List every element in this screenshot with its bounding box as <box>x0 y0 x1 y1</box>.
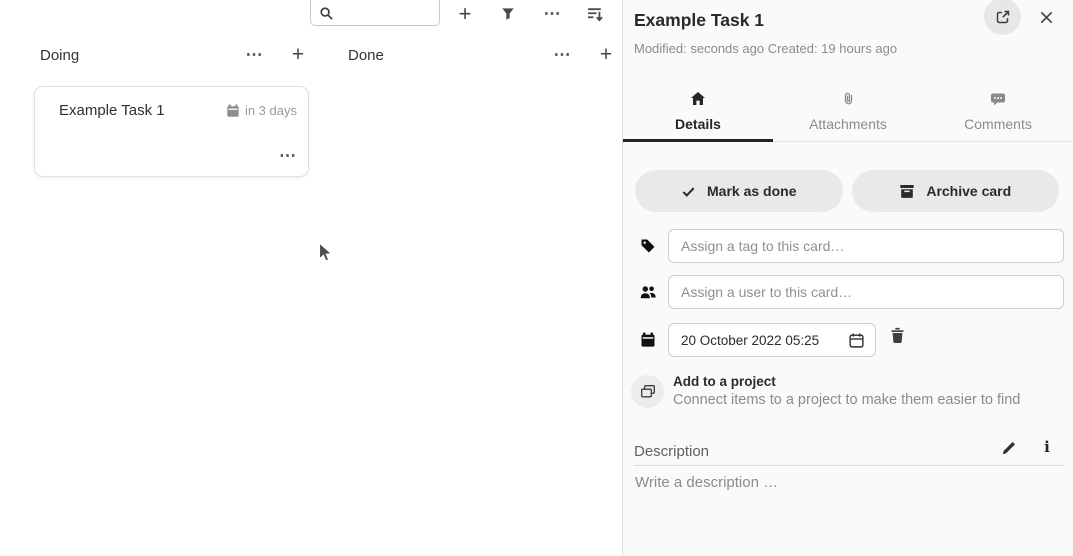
close-icon <box>1039 10 1054 25</box>
panel-meta: Modified: seconds ago Created: 19 hours … <box>634 41 897 56</box>
column-doing-menu-button[interactable]: ⋯ <box>240 41 268 69</box>
more-icon: ⋯ <box>279 146 296 165</box>
mark-as-done-button[interactable]: Mark as done <box>635 170 843 212</box>
mark-as-done-label: Mark as done <box>707 183 796 199</box>
archive-card-label: Archive card <box>926 183 1011 199</box>
kanban-board: + ⋯ Doing ⋯ + Done ⋯ + Example Task 1 in… <box>0 0 622 556</box>
due-date-field[interactable]: 20 October 2022 05:25 <box>668 323 876 357</box>
tab-label: Attachments <box>809 116 887 132</box>
comment-icon <box>990 91 1006 107</box>
more-icon: ⋯ <box>544 4 561 24</box>
date-picker-button[interactable] <box>848 332 875 349</box>
card-menu-button[interactable]: ⋯ <box>279 146 296 166</box>
column-title-doing: Doing <box>40 47 79 64</box>
due-date-value: 20 October 2022 05:25 <box>669 333 848 348</box>
assign-tag-input[interactable] <box>668 229 1064 263</box>
archive-icon <box>899 183 915 199</box>
calendar-icon <box>226 104 240 118</box>
description-label: Description <box>634 443 709 460</box>
assign-user-input[interactable] <box>668 275 1064 309</box>
archive-card-button[interactable]: Archive card <box>852 170 1060 212</box>
column-done-add-button[interactable]: + <box>592 41 620 69</box>
close-panel-button[interactable] <box>1032 3 1060 31</box>
board-menu-button[interactable]: ⋯ <box>538 0 566 28</box>
home-icon <box>690 91 706 107</box>
column-done-menu-button[interactable]: ⋯ <box>548 41 576 69</box>
calendar-icon <box>640 332 656 348</box>
info-icon[interactable]: i <box>1038 438 1056 456</box>
tab-label: Comments <box>964 116 1032 132</box>
card-due-label: in 3 days <box>245 103 297 118</box>
project-title: Add to a project <box>673 374 776 389</box>
card-details-panel: Example Task 1 Modified: seconds ago Cre… <box>622 0 1073 556</box>
add-to-project-row[interactable]: Add to a project Connect items to a proj… <box>631 372 1061 414</box>
column-doing-add-button[interactable]: + <box>284 41 312 69</box>
card-actions: Mark as done Archive card <box>635 170 1059 212</box>
user-row <box>623 275 1073 309</box>
remove-date-button[interactable] <box>889 327 906 344</box>
users-icon <box>640 284 657 300</box>
tag-icon <box>640 238 656 254</box>
tab-comments[interactable]: Comments <box>923 84 1073 141</box>
panel-title: Example Task 1 <box>634 10 764 31</box>
card-due-date: in 3 days <box>226 103 297 118</box>
mouse-cursor <box>318 242 335 265</box>
description-header: Description i <box>623 438 1073 466</box>
search-input[interactable] <box>339 1 435 23</box>
open-in-window-button[interactable] <box>984 0 1021 35</box>
plus-icon: + <box>292 43 304 67</box>
plus-icon: + <box>600 43 612 67</box>
search-box[interactable] <box>310 0 440 26</box>
tab-attachments[interactable]: Attachments <box>773 84 923 141</box>
more-icon: ⋯ <box>554 45 571 65</box>
search-icon <box>319 6 334 21</box>
plus-icon: + <box>459 1 472 27</box>
paperclip-icon <box>841 91 856 107</box>
edit-description-button[interactable] <box>1001 440 1017 456</box>
tab-label: Details <box>675 116 721 132</box>
filter-icon <box>501 7 515 21</box>
project-icon <box>631 375 664 408</box>
card-title: Example Task 1 <box>59 102 165 119</box>
panel-tabs: Details Attachments Comments <box>623 84 1073 142</box>
description-placeholder[interactable]: Write a description … <box>635 474 778 491</box>
active-tab-underline <box>623 139 773 142</box>
project-subtitle: Connect items to a project to make them … <box>673 392 1020 408</box>
tag-row <box>623 229 1073 263</box>
filter-button[interactable] <box>494 0 522 28</box>
external-link-icon <box>995 9 1011 25</box>
tab-details[interactable]: Details <box>623 84 773 141</box>
sort-button[interactable] <box>581 0 609 28</box>
due-date-row: 20 October 2022 05:25 <box>623 323 1073 357</box>
check-icon <box>681 184 696 199</box>
column-title-done: Done <box>348 47 384 64</box>
add-card-button[interactable]: + <box>451 0 479 28</box>
sort-icon <box>587 6 604 23</box>
description-separator <box>634 465 1064 466</box>
task-card[interactable]: Example Task 1 in 3 days ⋯ <box>34 86 309 177</box>
more-icon: ⋯ <box>246 45 263 65</box>
